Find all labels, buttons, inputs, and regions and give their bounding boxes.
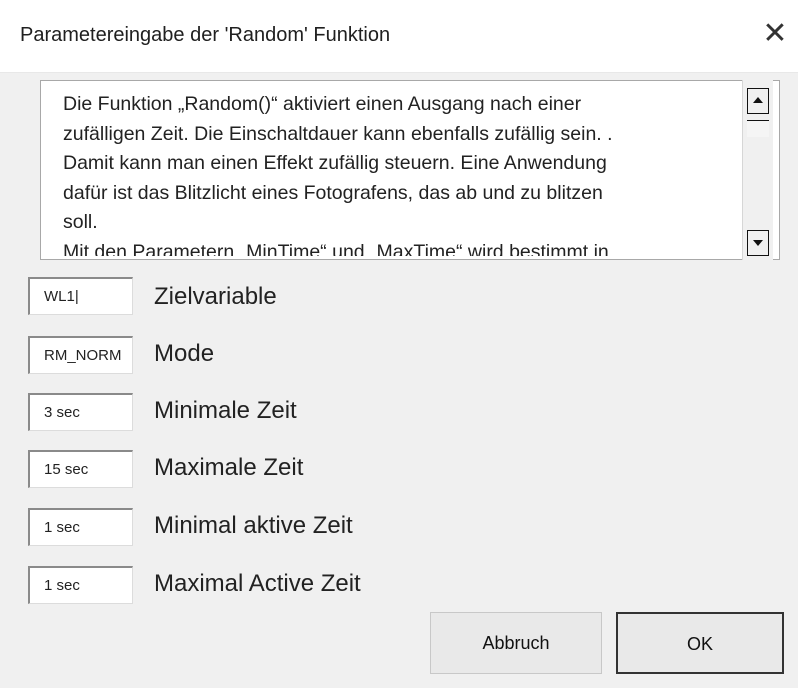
description-textbox[interactable]: Die Funktion „Random()“ aktiviert einen … xyxy=(40,80,780,260)
zielvariable-input[interactable]: WL1| xyxy=(28,277,133,315)
description-scrollbar[interactable] xyxy=(742,80,773,260)
mode-input[interactable]: RM_NORM xyxy=(28,336,133,374)
window-title: Parametereingabe der 'Random' Funktion xyxy=(20,24,391,46)
close-icon[interactable]: ✕ xyxy=(755,14,795,54)
max-active-time-label: Maximal Active Zeit xyxy=(154,570,361,597)
scroll-down-button[interactable] xyxy=(747,230,769,256)
scroll-thumb[interactable] xyxy=(747,120,769,137)
zielvariable-label: Zielvariable xyxy=(154,283,277,310)
mode-label: Mode xyxy=(154,340,215,367)
scroll-up-button[interactable] xyxy=(747,88,769,114)
ok-button[interactable]: OK xyxy=(616,612,784,674)
min-active-time-label: Minimal aktive Zeit xyxy=(154,512,353,539)
cancel-button[interactable]: Abbruch xyxy=(430,612,602,674)
min-active-time-input[interactable]: 1 sec xyxy=(28,508,133,546)
title-bar: Parametereingabe der 'Random' Funktion ✕ xyxy=(0,0,798,73)
min-time-label: Minimale Zeit xyxy=(154,397,297,424)
max-active-time-input[interactable]: 1 sec xyxy=(28,566,133,604)
ok-button-label: OK xyxy=(686,634,713,654)
max-time-label: Maximale Zeit xyxy=(154,454,304,481)
arrow-up-icon xyxy=(753,97,763,103)
max-time-input[interactable]: 15 sec xyxy=(28,450,133,488)
min-time-input[interactable]: 3 sec xyxy=(28,393,133,431)
description-text: Die Funktion „Random()“ aktiviert einen … xyxy=(63,93,613,256)
arrow-down-icon xyxy=(753,240,763,246)
